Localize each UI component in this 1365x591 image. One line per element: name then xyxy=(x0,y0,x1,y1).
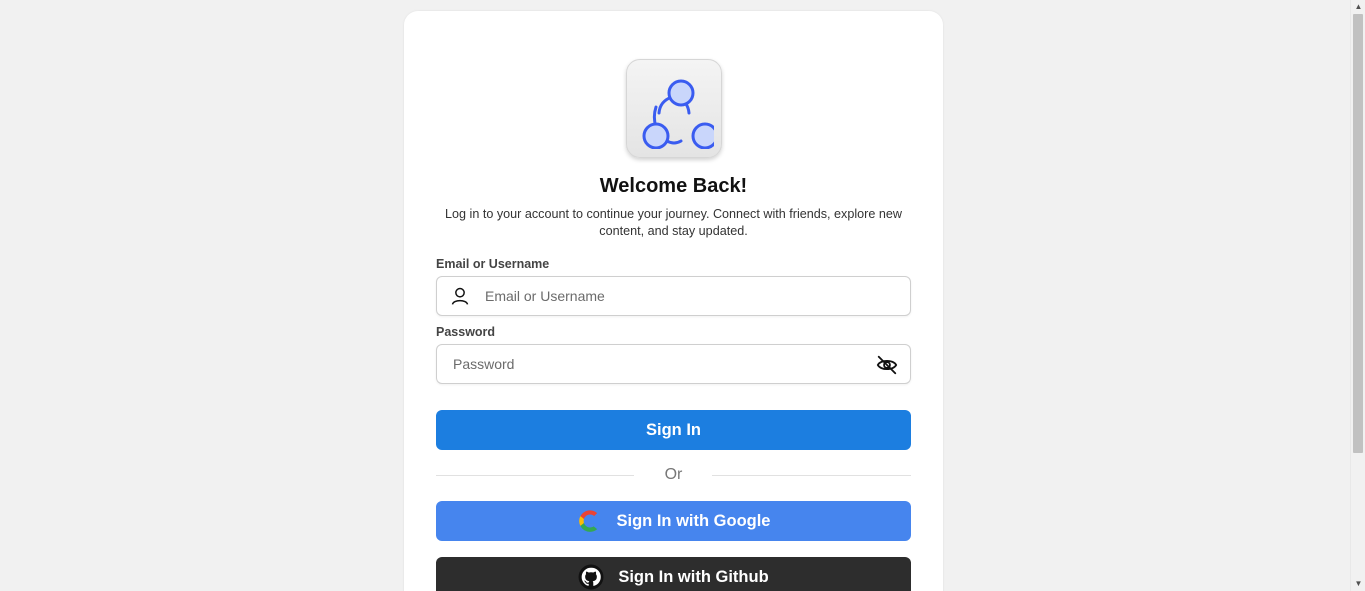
google-sign-in-button[interactable]: Sign In with Google xyxy=(436,501,911,541)
password-field-container xyxy=(436,344,911,384)
github-sign-in-label: Sign In with Github xyxy=(618,567,769,586)
scrollbar-thumb[interactable] xyxy=(1353,14,1363,453)
sign-in-button[interactable]: Sign In xyxy=(436,410,911,450)
github-sign-in-button[interactable]: Sign In with Github xyxy=(436,557,911,591)
password-input[interactable] xyxy=(453,345,863,383)
divider-line-right xyxy=(712,475,911,476)
password-label: Password xyxy=(436,325,496,339)
user-icon xyxy=(451,287,469,305)
scroll-down-arrow-icon[interactable]: ▼ xyxy=(1351,577,1365,591)
email-field-container xyxy=(436,276,911,316)
eye-off-icon[interactable] xyxy=(876,354,898,376)
google-icon xyxy=(577,508,603,534)
login-card: Welcome Back! Log in to your account to … xyxy=(404,11,943,591)
email-input[interactable] xyxy=(485,277,895,315)
page-scrollbar[interactable]: ▲ ▼ xyxy=(1350,0,1365,591)
email-label: Email or Username xyxy=(436,257,550,271)
page-title: Welcome Back! xyxy=(599,175,748,197)
share-network-icon xyxy=(642,79,714,149)
or-divider: Or xyxy=(436,465,911,485)
sign-in-label: Sign In xyxy=(646,420,701,439)
page-subtitle: Log in to your account to continue your … xyxy=(445,207,902,238)
google-sign-in-label: Sign In with Google xyxy=(616,511,771,530)
scroll-up-arrow-icon[interactable]: ▲ xyxy=(1351,0,1365,14)
app-logo xyxy=(626,59,722,158)
github-icon xyxy=(578,564,604,590)
